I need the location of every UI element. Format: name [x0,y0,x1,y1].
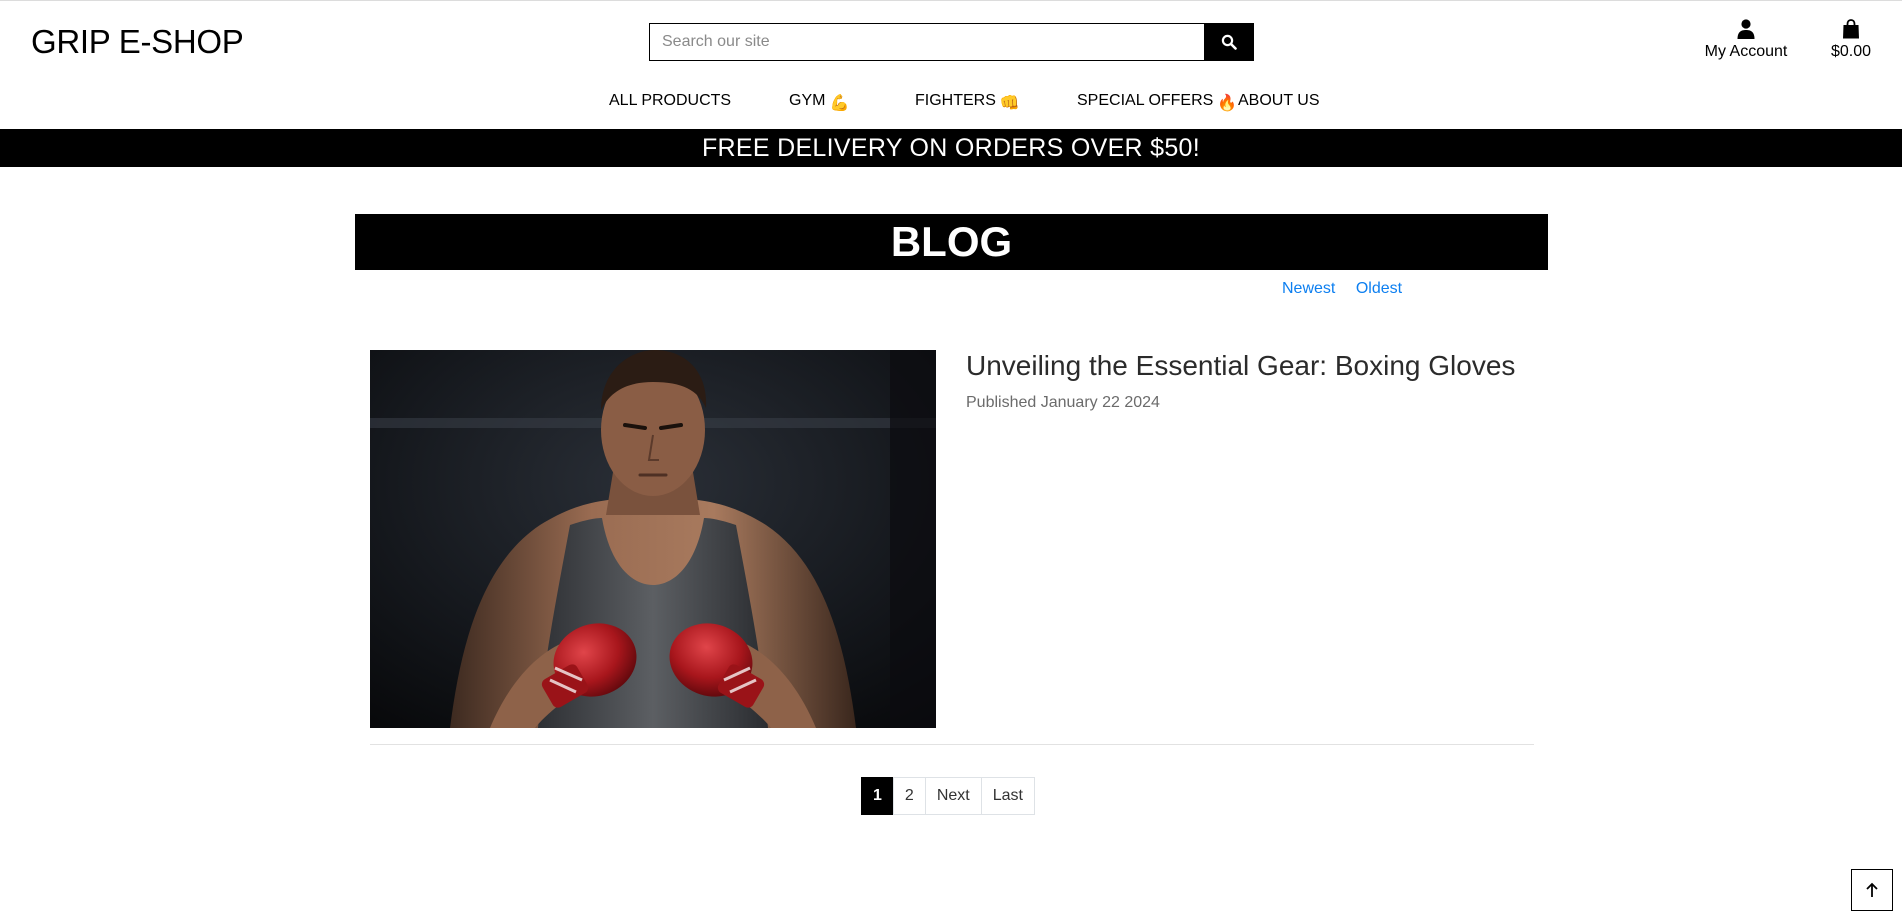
page-title: BLOG [355,214,1548,270]
pagination: 1 2 Next Last [861,777,1035,815]
next-page-link[interactable]: Next [924,777,982,815]
boxer-illustration [370,350,936,728]
page-link-2[interactable]: 2 [892,777,926,815]
shopping-bag-icon [1843,19,1859,39]
nav-fighters[interactable]: FIGHTERS 👊 [915,92,1020,113]
arrow-up-icon [1866,882,1878,897]
post-divider [370,744,1534,745]
fist-icon: 👊 [999,95,1020,112]
search-icon [1221,34,1237,50]
main-nav: ALL PRODUCTS GYM 💪 FIGHTERS 👊 SPECIAL OFFE… [0,92,1902,112]
search-input[interactable] [649,23,1204,61]
post-image[interactable] [370,350,936,728]
my-account-link[interactable]: My Account [1700,19,1792,61]
sort-newest-link[interactable]: Newest [1282,280,1335,297]
nav-all-products[interactable]: ALL PRODUCTS [609,92,731,110]
nav-special-offers[interactable]: SPECIAL OFFERS 🔥 [1077,92,1237,113]
my-account-label: My Account [1704,43,1788,60]
delivery-banner: FREE DELIVERY ON ORDERS OVER $50! [0,129,1902,167]
user-icon [1737,19,1755,39]
nav-gym-label: GYM [789,92,826,109]
post-title-link[interactable]: Unveiling the Essential Gear: Boxing Glo… [966,350,1515,382]
nav-fighters-label: FIGHTERS [915,92,996,109]
nav-special-offers-label: SPECIAL OFFERS [1077,92,1214,109]
post-date: Published January 22 2024 [966,394,1160,411]
sort-oldest-link[interactable]: Oldest [1356,280,1402,297]
site-logo[interactable]: GRIP E-SHOP [31,23,244,61]
nav-about-us[interactable]: ABOUT US [1238,92,1320,110]
nav-all-products-label: ALL PRODUCTS [609,92,732,109]
nav-gym[interactable]: GYM 💪 [789,92,849,113]
fire-icon: 🔥 [1217,95,1238,112]
search-button[interactable] [1204,23,1254,61]
sort-links: Newest Oldest [1282,280,1418,298]
bag-total: $0.00 [1830,43,1872,60]
shopping-bag-link[interactable]: $0.00 [1826,19,1876,61]
nav-about-us-label: ABOUT US [1238,92,1320,109]
last-page-link[interactable]: Last [980,777,1035,815]
search-form [649,23,1254,61]
flexed-biceps-icon: 💪 [829,95,850,112]
back-to-top-button[interactable] [1851,869,1893,911]
page-link-1[interactable]: 1 [861,777,894,815]
